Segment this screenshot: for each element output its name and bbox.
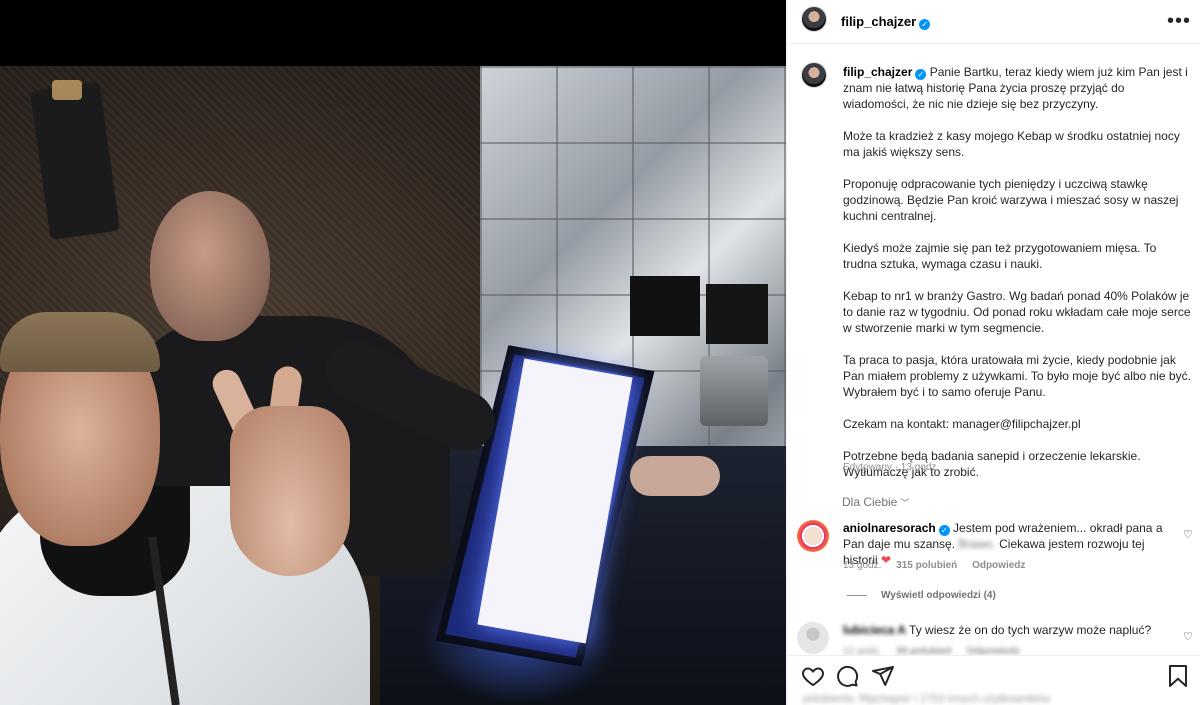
photo-steel-pan [700,356,768,426]
caption-paragraph: filip_chajzer ✓ Panie Bartku, teraz kiedy… [843,64,1193,112]
caption-paragraph: Kiedyś może zajmie się pan też przygotow… [843,241,1157,271]
caption-paragraph: Proponuję odpracowanie tych pieniędzy i … [843,177,1179,223]
comment-body: Ty wiesz że on do tych warzyw może naplu… [909,623,1152,637]
like-comment-icon[interactable]: ♡ [1183,630,1193,643]
caption-paragraph: Kebap to nr1 w branży Gastro. Wg badań p… [843,289,1191,335]
verified-icon: ✓ [919,19,931,30]
photo-counter-hole [706,284,768,344]
author-avatar[interactable] [801,6,827,32]
comment-body-blurred: Brawo. [958,537,996,551]
commenter-username[interactable]: aniolnaresorach [843,521,936,535]
chevron-down-icon[interactable]: ﹀ [900,498,909,508]
commenter-avatar[interactable] [797,622,829,654]
photo-person-head [150,191,270,341]
comment-time: 13 godz. [843,560,882,571]
verified-icon: ✓ [938,525,950,536]
view-replies-label[interactable]: Wyświetl odpowiedzi (4) [881,590,996,601]
view-replies-button[interactable]: Wyświetl odpowiedzi (4) [847,590,996,601]
commenter-avatar[interactable] [797,520,829,552]
photo-hand [630,456,720,496]
more-options-icon[interactable]: ••• [1167,10,1191,33]
comment-meta: 13 godz. 315 polubień Odpowiedz [843,560,1037,571]
share-icon[interactable] [871,664,895,692]
replies-divider [847,594,867,596]
photo-counter-hole [630,276,700,336]
caption-text: filip_chajzer ✓ Panie Bartku, teraz kiedy… [843,64,1193,480]
likes-summary: polubienia: filipchajzer i 1753 innych u… [803,693,1051,705]
photo-peace-hand [230,406,350,576]
photo-lamp-glow [52,80,82,100]
caption-meta: Edytowany · 13 godz. [843,462,940,473]
author-username[interactable]: filip_chajzer ✓ [841,14,931,30]
reply-button[interactable]: Odpowiedz [972,560,1025,571]
commenter-username[interactable]: lubicieca A [843,623,906,637]
bookmark-icon[interactable] [1167,664,1189,692]
comment-filter[interactable]: Dla Ciebie ﹀ [842,495,909,509]
like-comment-icon[interactable]: ♡ [1183,528,1193,541]
post-details-panel: filip_chajzer ✓ ••• filip_chajzer ✓ Panie … [786,0,1200,705]
comment-text: lubicieca A Ty wiesz że on do tych warzy… [843,622,1163,638]
caption-avatar[interactable] [801,62,827,88]
comment-filter-label[interactable]: Dla Ciebie [842,495,897,509]
comment-icon[interactable] [835,664,859,692]
caption-paragraph: Ta praca to pasja, która uratowała mi ży… [843,353,1191,399]
caption-paragraph: Może ta kradzież z kasy mojego Kebap w ś… [843,129,1180,159]
post-media[interactable] [0,0,786,705]
photo-selfie-hair [0,312,160,372]
caption-username[interactable]: filip_chajzer [843,65,912,79]
caption-paragraph: Czekam na kontakt: manager@filipchajzer.… [843,417,1081,431]
author-username-text[interactable]: filip_chajzer [841,14,916,29]
comment-likes[interactable]: 315 polubień [896,560,957,571]
verified-icon: ✓ [915,69,927,80]
post-photo[interactable] [0,66,786,705]
post-header: filip_chajzer ✓ ••• [787,0,1200,44]
like-icon[interactable] [801,664,825,692]
